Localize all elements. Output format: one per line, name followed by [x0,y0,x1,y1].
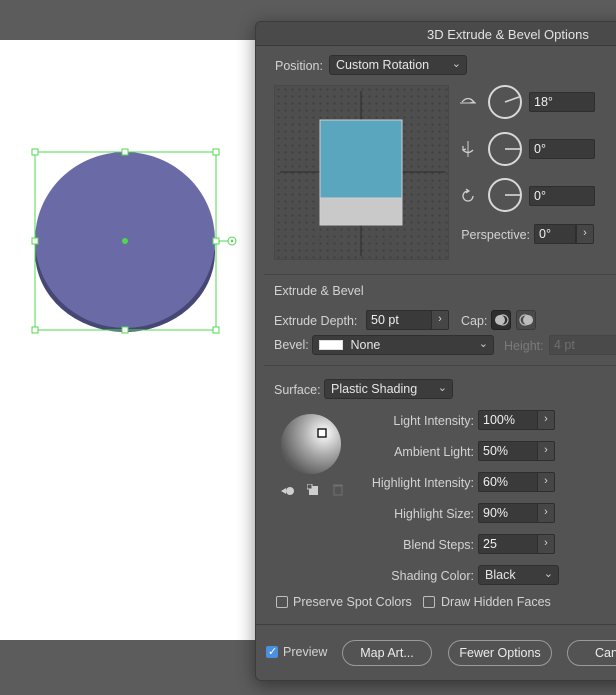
blend-steps-slider-button[interactable]: › [537,534,555,554]
position-label: Position: [275,59,323,73]
bevel-shape-swatch [319,340,343,350]
light-intensity-slider-button[interactable]: › [537,410,555,430]
fewer-options-button[interactable]: Fewer Options [448,640,552,666]
highlight-intensity-slider-button[interactable]: › [537,472,555,492]
highlight-size-label: Highlight Size: [394,507,474,521]
chevron-down-icon: ⌄ [478,338,488,350]
ambient-light-field[interactable]: 50% [478,441,538,461]
rotate-x-field[interactable]: 18° [529,92,595,112]
surface-select-value: Plastic Shading [331,382,418,396]
track-cube-panel[interactable] [274,85,449,260]
height-label: Height: [504,339,544,353]
extrude-depth-label: Extrude Depth: [274,314,358,328]
handle-top-right [212,148,220,156]
extrude-bevel-dialog: 3D Extrude & Bevel Options Position: Cus… [255,21,616,681]
light-sphere-panel[interactable] [276,405,346,477]
surface-label: Surface: [274,383,321,397]
trash-icon[interactable] [332,483,344,496]
center-point [122,238,128,244]
new-light-icon[interactable] [307,484,319,496]
handle-bottom [121,326,129,334]
rotate-z-dial[interactable] [488,178,522,212]
preserve-spot-colors-checkbox[interactable] [276,596,288,608]
handle-right [212,237,220,245]
preview-label: Preview [283,645,328,659]
rotate-z-axis-icon [462,188,474,202]
highlight-intensity-label: Highlight Intensity: [371,476,474,490]
perspective-slider-button[interactable]: › [576,224,594,244]
chevron-down-icon: ⌄ [543,568,553,580]
perspective-field[interactable]: 0° [534,224,576,244]
extrude-depth-field[interactable]: 50 pt [366,310,432,330]
light-source-handle [317,428,327,438]
rotate-x-dial[interactable] [488,85,522,119]
move-light-back-icon[interactable] [280,485,296,497]
blend-steps-label: Blend Steps: [403,538,474,552]
bevel-select[interactable]: None ⌄ [312,335,494,355]
surface-select[interactable]: Plastic Shading ⌄ [324,379,453,399]
position-select-value: Custom Rotation [336,58,430,72]
highlight-size-field[interactable]: 90% [478,503,538,523]
extrude-depth-slider-button[interactable]: › [431,310,449,330]
cube-front-face [319,119,403,199]
artboard[interactable] [0,40,258,640]
cap-off-button[interactable] [516,310,536,330]
highlight-intensity-field[interactable]: 60% [478,472,538,492]
blend-steps-field[interactable]: 25 [478,534,538,554]
selected-3d-object[interactable] [0,40,258,640]
cube-bottom-face [319,197,403,226]
position-select[interactable]: Custom Rotation ⌄ [329,55,467,75]
divider [264,365,616,366]
bevel-label: Bevel: [274,338,309,352]
rotate-y-dial[interactable] [488,132,522,166]
cancel-button[interactable]: Can [567,640,616,666]
draw-hidden-faces-checkbox[interactable] [423,596,435,608]
shading-color-label: Shading Color: [391,569,474,583]
perspective-label: Perspective: [461,228,530,242]
handle-left [31,237,39,245]
handle-top [121,148,129,156]
handle-top-left [31,148,39,156]
chevron-down-icon: ⌄ [451,58,461,70]
handle-bottom-right [212,326,220,334]
cap-on-button[interactable] [491,310,511,330]
highlight-size-slider-button[interactable]: › [537,503,555,523]
title-bar[interactable]: 3D Extrude & Bevel Options [256,22,616,46]
height-field[interactable]: 4 pt [549,335,616,355]
shading-color-select[interactable]: Black ⌄ [478,565,559,585]
rotate-y-axis-icon [462,141,474,157]
divider [264,274,616,275]
window-title: 3D Extrude & Bevel Options [427,27,589,42]
draw-hidden-faces-label: Draw Hidden Faces [441,595,551,609]
preview-checkbox[interactable] [266,645,278,658]
light-intensity-label: Light Intensity: [393,414,474,428]
extrude-section-title: Extrude & Bevel [274,284,364,298]
rotate-y-field[interactable]: 0° [529,139,595,159]
map-art-button[interactable]: Map Art... [342,640,432,666]
ambient-light-label: Ambient Light: [394,445,474,459]
divider [256,624,616,625]
handle-bottom-left [31,326,39,334]
ambient-light-slider-button[interactable]: › [537,441,555,461]
light-sphere[interactable] [276,405,346,477]
bevel-select-value: None [350,338,381,352]
rotate-x-axis-icon [460,97,476,104]
light-intensity-field[interactable]: 100% [478,410,538,430]
track-cube[interactable] [275,86,450,261]
rotate-z-field[interactable]: 0° [529,186,595,206]
shading-color-value: Black [485,568,516,582]
preserve-spot-colors-label: Preserve Spot Colors [293,595,412,609]
chevron-down-icon: ⌄ [437,382,447,394]
cap-label: Cap: [461,314,488,328]
